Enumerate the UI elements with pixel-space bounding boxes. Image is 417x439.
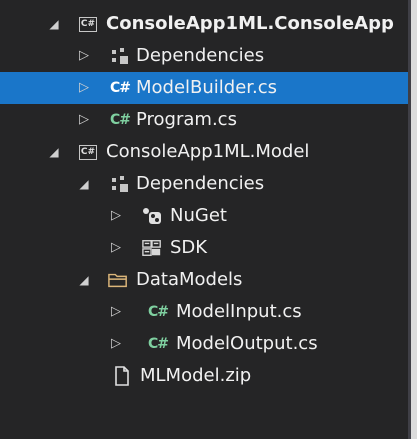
tree-item-modeloutput-cs[interactable]: ▷ C# ModelOutput.cs bbox=[0, 328, 408, 360]
dependencies-icon bbox=[110, 168, 130, 200]
tree-item-label: SDK bbox=[170, 237, 208, 258]
expanded-arrow-icon[interactable]: ◢ bbox=[45, 136, 63, 168]
expanded-arrow-icon[interactable]: ◢ bbox=[75, 264, 93, 296]
collapsed-arrow-icon[interactable]: ▷ bbox=[107, 296, 125, 328]
folder-icon bbox=[108, 264, 128, 296]
collapsed-arrow-icon[interactable]: ▷ bbox=[107, 328, 125, 360]
sdk-icon bbox=[142, 232, 162, 264]
tree-item-dependencies[interactable]: ◢ Dependencies bbox=[0, 168, 408, 200]
tree-item-dependencies[interactable]: ▷ Dependencies bbox=[0, 40, 408, 72]
tree-item-modelbuilder-cs[interactable]: ▷ C# ModelBuilder.cs bbox=[0, 72, 408, 104]
tree-item-label: ModelOutput.cs bbox=[176, 333, 318, 354]
collapsed-arrow-icon[interactable]: ▷ bbox=[75, 72, 93, 104]
tree-item-label: ConsoleApp1ML.ConsoleApp bbox=[106, 13, 394, 34]
csharp-project-icon: C# bbox=[78, 136, 98, 168]
solution-explorer: ◢ C# ConsoleApp1ML.ConsoleApp ▷ Dependen… bbox=[0, 0, 411, 439]
tree-item-label: ModelInput.cs bbox=[176, 301, 302, 322]
file-icon bbox=[112, 360, 132, 392]
dependencies-icon bbox=[110, 40, 130, 72]
tree-item-label: ModelBuilder.cs bbox=[136, 77, 278, 98]
tree-item-sdk[interactable]: ▷ SDK bbox=[0, 232, 408, 264]
solution-tree: ◢ C# ConsoleApp1ML.ConsoleApp ▷ Dependen… bbox=[0, 8, 408, 392]
tree-item-label: Dependencies bbox=[136, 173, 265, 194]
collapsed-arrow-icon[interactable]: ▷ bbox=[107, 200, 125, 232]
expanded-arrow-icon[interactable]: ◢ bbox=[45, 8, 63, 40]
tree-item-program-cs[interactable]: ▷ C# Program.cs bbox=[0, 104, 408, 136]
tree-item-consoleapp-project[interactable]: ◢ C# ConsoleApp1ML.ConsoleApp bbox=[0, 8, 408, 40]
tree-item-label: ConsoleApp1ML.Model bbox=[106, 141, 310, 162]
tree-item-label: Program.cs bbox=[136, 109, 237, 130]
tree-item-model-project[interactable]: ◢ C# ConsoleApp1ML.Model bbox=[0, 136, 408, 168]
csharp-file-icon: C# bbox=[110, 112, 131, 128]
tree-item-datamodels-folder[interactable]: ◢ DataModels bbox=[0, 264, 408, 296]
csharp-file-icon: C# bbox=[148, 304, 169, 320]
expanded-arrow-icon[interactable]: ◢ bbox=[75, 168, 93, 200]
nuget-icon bbox=[142, 200, 162, 232]
collapsed-arrow-icon[interactable]: ▷ bbox=[75, 104, 93, 136]
tree-item-label: Dependencies bbox=[136, 45, 265, 66]
collapsed-arrow-icon[interactable]: ▷ bbox=[75, 40, 93, 72]
tree-item-nuget[interactable]: ▷ NuGet bbox=[0, 200, 408, 232]
window-edge bbox=[411, 0, 417, 439]
tree-item-label: MLModel.zip bbox=[140, 365, 252, 386]
csharp-project-icon: C# bbox=[78, 8, 98, 40]
tree-item-label: NuGet bbox=[170, 205, 227, 226]
tree-item-modelinput-cs[interactable]: ▷ C# ModelInput.cs bbox=[0, 296, 408, 328]
collapsed-arrow-icon[interactable]: ▷ bbox=[107, 232, 125, 264]
tree-item-mlmodel-zip[interactable]: MLModel.zip bbox=[0, 360, 408, 392]
csharp-file-icon: C# bbox=[148, 336, 169, 352]
tree-item-label: DataModels bbox=[136, 269, 243, 290]
csharp-file-icon: C# bbox=[110, 80, 131, 96]
